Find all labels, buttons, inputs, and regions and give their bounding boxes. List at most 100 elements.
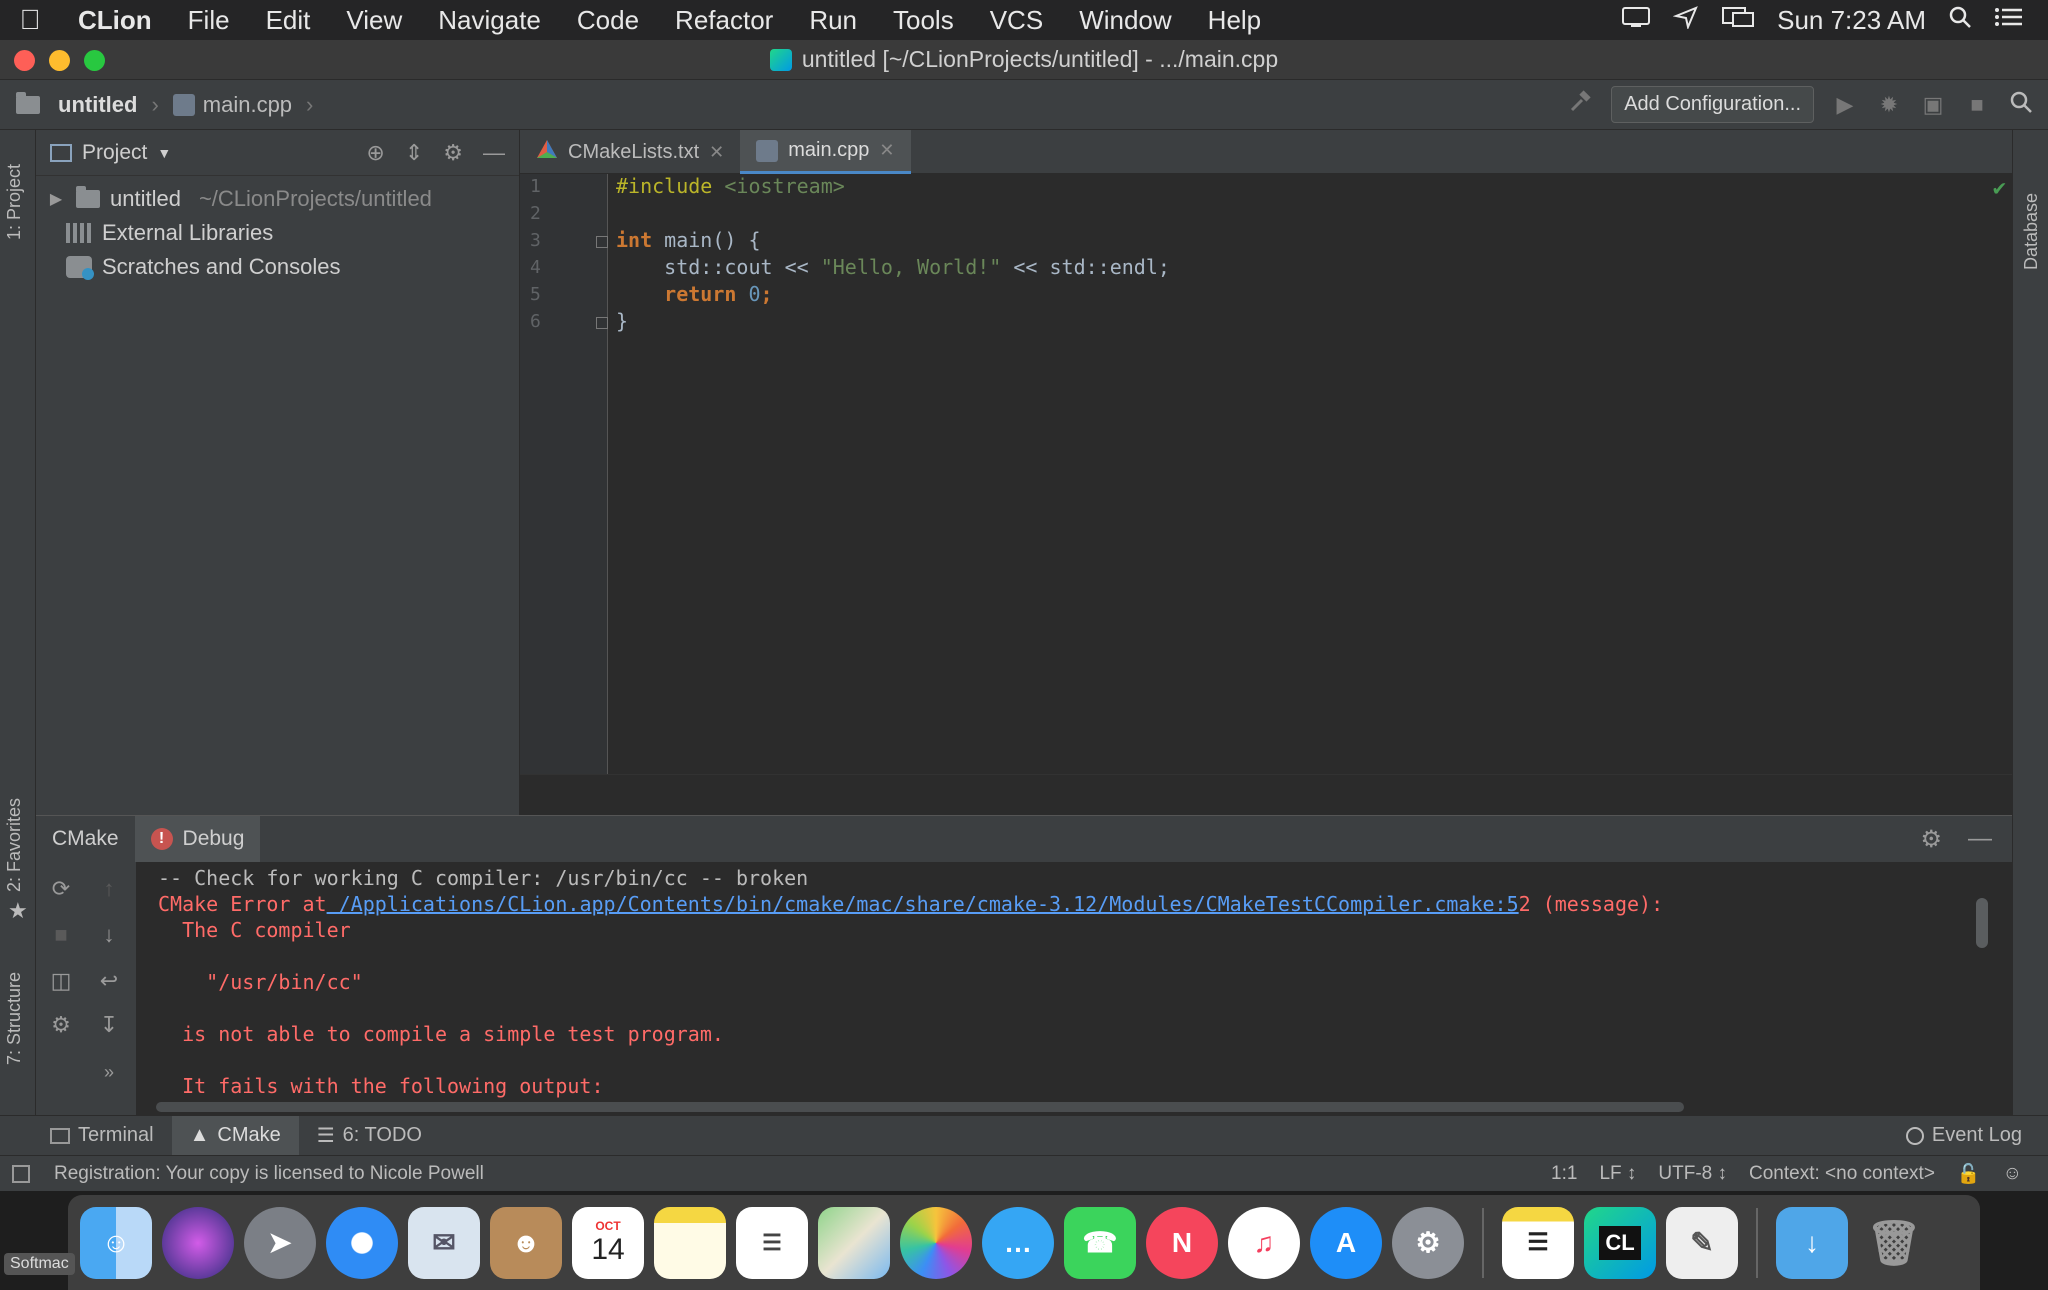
menu-run[interactable]: Run bbox=[791, 5, 875, 36]
menu-clock[interactable]: Sun 7:23 AM bbox=[1777, 5, 1926, 36]
fold-marker-icon[interactable] bbox=[596, 236, 608, 248]
collapse-all-icon[interactable]: ⇕ bbox=[405, 140, 423, 166]
gear-icon[interactable]: ⚙ bbox=[443, 140, 463, 166]
run-icon[interactable]: ▶ bbox=[1832, 92, 1858, 118]
breadcrumb-project[interactable]: untitled bbox=[58, 92, 137, 118]
fold-marker-icon[interactable] bbox=[596, 317, 608, 329]
toggle-tool-windows-icon[interactable] bbox=[12, 1165, 30, 1183]
debug-bug-icon[interactable]: ✹ bbox=[1876, 92, 1902, 118]
project-view-selector[interactable]: Project bbox=[82, 141, 147, 165]
caret-position[interactable]: 1:1 bbox=[1551, 1163, 1577, 1185]
location-arrow-icon[interactable] bbox=[1672, 5, 1699, 36]
tab-main-cpp[interactable]: main.cpp ✕ bbox=[740, 130, 911, 174]
tree-item-external-libraries[interactable]: External Libraries bbox=[36, 216, 519, 250]
contacts-icon[interactable]: ☻ bbox=[490, 1206, 562, 1279]
menu-edit[interactable]: Edit bbox=[248, 5, 329, 36]
menu-navigate[interactable]: Navigate bbox=[420, 5, 559, 36]
encoding-selector[interactable]: UTF-8 ↕ bbox=[1658, 1163, 1727, 1185]
arrow-up-icon[interactable]: ↑ bbox=[94, 876, 124, 902]
soft-wrap-icon[interactable]: ↩ bbox=[94, 968, 124, 994]
zoom-window-button[interactable] bbox=[84, 50, 105, 71]
menu-vcs[interactable]: VCS bbox=[972, 5, 1061, 36]
context-selector[interactable]: Context: <no context> bbox=[1749, 1163, 1935, 1185]
facetime-icon[interactable]: ☎ bbox=[1064, 1206, 1136, 1279]
database-tool-tab[interactable]: Database bbox=[2021, 193, 2042, 270]
chevron-down-icon[interactable]: ▼ bbox=[157, 145, 171, 161]
reminders-icon[interactable]: ☰ bbox=[736, 1206, 808, 1279]
code-editor[interactable]: 1 2 3 4 5 6 #include <iostream> int main… bbox=[520, 174, 2012, 774]
siri-icon[interactable] bbox=[162, 1206, 234, 1279]
favorites-tool-tab[interactable]: 2: Favorites bbox=[4, 798, 25, 892]
vertical-scrollbar[interactable] bbox=[1976, 898, 1988, 948]
menu-code[interactable]: Code bbox=[559, 5, 657, 36]
stop-icon[interactable]: ■ bbox=[1964, 92, 1990, 118]
messages-icon[interactable]: … bbox=[982, 1206, 1054, 1279]
tab-cmakelists[interactable]: CMakeLists.txt ✕ bbox=[520, 130, 740, 174]
close-tab-icon[interactable]: ✕ bbox=[879, 140, 894, 161]
stop-icon[interactable]: ■ bbox=[46, 922, 76, 948]
tab-debug[interactable]: ! Debug bbox=[134, 816, 261, 862]
clion-icon[interactable]: CL bbox=[1584, 1206, 1656, 1279]
horizontal-scrollbar[interactable] bbox=[156, 1102, 1684, 1112]
build-hammer-icon[interactable] bbox=[1567, 89, 1593, 120]
notification-icon[interactable] bbox=[1621, 5, 1651, 36]
menu-help[interactable]: Help bbox=[1190, 5, 1279, 36]
coverage-icon[interactable]: ▣ bbox=[1920, 92, 1946, 118]
project-tool-tab[interactable]: 1: Project bbox=[4, 164, 25, 240]
minimize-panel-icon[interactable]: — bbox=[483, 140, 505, 166]
tree-item-untitled[interactable]: ▶ untitled ~/CLionProjects/untitled bbox=[36, 182, 519, 216]
menu-refactor[interactable]: Refactor bbox=[657, 5, 791, 36]
reload-icon[interactable]: ⟳ bbox=[46, 876, 76, 902]
event-log-button[interactable]: Event Log bbox=[1905, 1124, 2048, 1147]
structure-tool-tab[interactable]: 7: Structure bbox=[4, 972, 25, 1065]
status-message[interactable]: Registration: Your copy is licensed to N… bbox=[0, 1163, 484, 1185]
breadcrumb-file[interactable]: main.cpp bbox=[203, 92, 292, 118]
tab-terminal[interactable]: Terminal bbox=[0, 1116, 172, 1156]
tree-item-scratches[interactable]: Scratches and Consoles bbox=[36, 250, 519, 284]
line-separator-selector[interactable]: LF ↕ bbox=[1599, 1163, 1636, 1185]
spotlight-search-icon[interactable] bbox=[1948, 5, 1972, 36]
notes-list-icon[interactable]: ☰ bbox=[1502, 1206, 1574, 1279]
trash-icon[interactable]: 🗑 bbox=[1858, 1207, 1930, 1279]
app-store-icon[interactable]: A bbox=[1310, 1206, 1382, 1279]
tab-cmake-bottom[interactable]: ▲ CMake bbox=[171, 1115, 299, 1156]
more-actions-icon[interactable]: » bbox=[94, 1062, 124, 1083]
safari-icon[interactable] bbox=[326, 1206, 398, 1279]
photos-icon[interactable] bbox=[900, 1206, 972, 1279]
add-configuration-button[interactable]: Add Configuration... bbox=[1611, 86, 1814, 123]
finder-icon[interactable]: ☺ bbox=[80, 1206, 152, 1279]
menu-view[interactable]: View bbox=[328, 5, 420, 36]
notification-center-icon[interactable] bbox=[1994, 5, 2024, 36]
gear-icon[interactable]: ⚙ bbox=[46, 1012, 76, 1038]
mail-icon[interactable]: ✉ bbox=[408, 1206, 480, 1279]
calendar-icon[interactable]: OCT 14 bbox=[572, 1206, 644, 1279]
minimize-window-button[interactable] bbox=[49, 50, 70, 71]
gear-icon[interactable]: ⚙ bbox=[1920, 825, 1942, 854]
apple-menu-icon[interactable]:  bbox=[0, 4, 60, 36]
downloads-folder-icon[interactable]: ↓ bbox=[1776, 1206, 1848, 1279]
launchpad-icon[interactable]: ➤ bbox=[244, 1206, 316, 1279]
music-icon[interactable]: ♫ bbox=[1228, 1206, 1300, 1279]
news-icon[interactable]: N bbox=[1146, 1206, 1218, 1279]
scroll-to-end-icon[interactable]: ↧ bbox=[94, 1012, 124, 1038]
tab-todo[interactable]: ☰ 6: TODO bbox=[299, 1116, 440, 1156]
display-mirror-icon[interactable] bbox=[1721, 5, 1755, 36]
menu-window[interactable]: Window bbox=[1061, 5, 1189, 36]
cmake-settings-icon[interactable]: ◫ bbox=[46, 968, 76, 994]
menu-app-clion[interactable]: CLion bbox=[60, 5, 170, 36]
close-window-button[interactable] bbox=[14, 50, 35, 71]
textedit-icon[interactable]: ✎ bbox=[1666, 1206, 1738, 1279]
tab-cmake[interactable]: CMake bbox=[36, 816, 135, 862]
maps-icon[interactable] bbox=[818, 1206, 890, 1279]
console-output[interactable]: -- Check for working C compiler: /usr/bi… bbox=[136, 862, 2012, 1102]
arrow-down-icon[interactable]: ↓ bbox=[94, 922, 124, 948]
lock-icon[interactable]: 🔓 bbox=[1957, 1162, 1981, 1186]
system-preferences-icon[interactable]: ⚙ bbox=[1392, 1206, 1464, 1279]
close-tab-icon[interactable]: ✕ bbox=[709, 142, 724, 163]
menu-tools[interactable]: Tools bbox=[875, 5, 972, 36]
inspector-icon[interactable]: ☺ bbox=[2003, 1163, 2022, 1185]
locate-target-icon[interactable]: ⊕ bbox=[366, 140, 384, 166]
search-everywhere-icon[interactable] bbox=[2008, 90, 2034, 120]
minimize-panel-icon[interactable]: — bbox=[1968, 825, 1992, 854]
console-file-link[interactable]: /Applications/CLion.app/Contents/bin/cma… bbox=[327, 892, 1519, 916]
